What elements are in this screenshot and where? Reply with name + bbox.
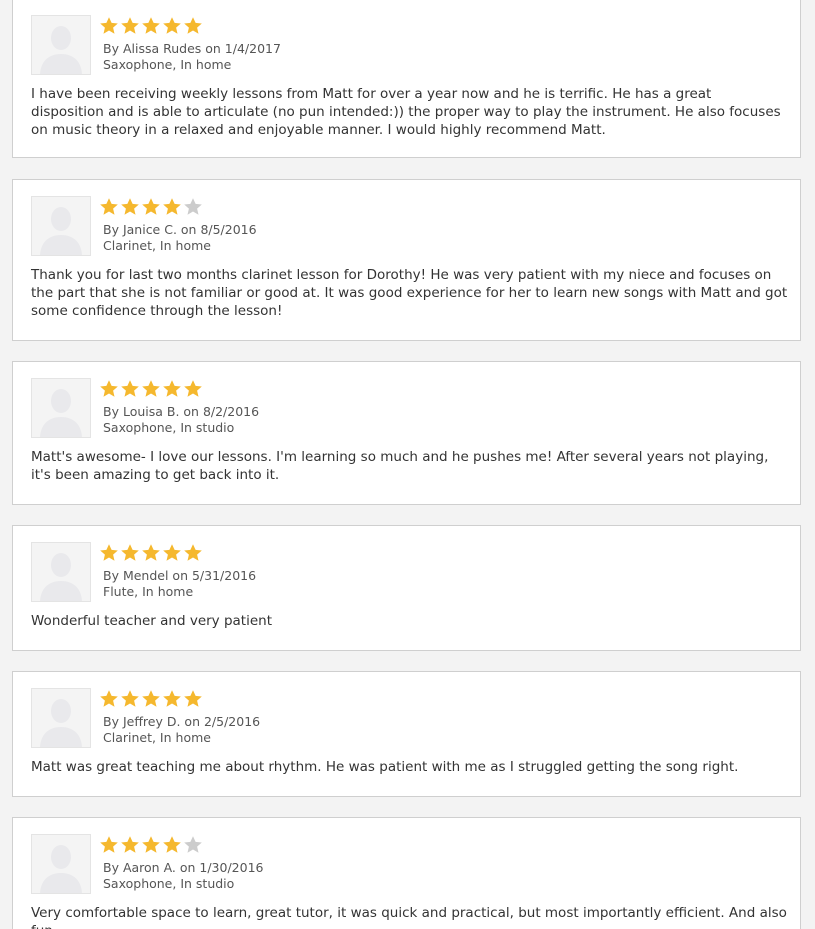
star-filled-icon	[163, 690, 181, 707]
review-byline: By Jeffrey D. on 2/5/2016	[103, 714, 261, 729]
review-byline: By Janice C. on 8/5/2016	[103, 222, 257, 237]
star-filled-icon	[184, 17, 202, 34]
avatar	[31, 196, 91, 256]
star-filled-icon	[100, 544, 118, 561]
star-rating	[99, 689, 203, 711]
review-card: By Jeffrey D. on 2/5/2016 Clarinet, In h…	[12, 671, 801, 797]
star-filled-icon	[163, 198, 181, 215]
review-text: Very comfortable space to learn, great t…	[31, 905, 787, 929]
star-filled-icon	[142, 690, 160, 707]
star-rating	[99, 16, 203, 38]
star-filled-icon	[100, 380, 118, 397]
star-filled-icon	[121, 380, 139, 397]
review-byline: By Mendel on 5/31/2016	[103, 568, 257, 583]
star-filled-icon	[184, 380, 202, 397]
star-filled-icon	[142, 380, 160, 397]
star-filled-icon	[142, 544, 160, 561]
avatar	[31, 834, 91, 894]
default-user-avatar-icon	[40, 553, 82, 601]
star-filled-icon	[163, 836, 181, 853]
star-filled-icon	[142, 17, 160, 34]
default-user-avatar-icon	[40, 845, 82, 893]
review-details: Clarinet, In home	[103, 730, 211, 745]
star-filled-icon	[121, 836, 139, 853]
review-text: Wonderful teacher and very patient	[31, 613, 273, 629]
star-filled-icon	[121, 544, 139, 561]
star-filled-icon	[121, 198, 139, 215]
avatar	[31, 378, 91, 438]
review-byline: By Louisa B. on 8/2/2016	[103, 404, 260, 419]
review-card: By Aaron A. on 1/30/2016 Saxophone, In s…	[12, 817, 801, 929]
star-filled-icon	[184, 690, 202, 707]
star-filled-icon	[163, 17, 181, 34]
star-filled-icon	[121, 17, 139, 34]
review-card: By Alissa Rudes on 1/4/2017 Saxophone, I…	[12, 0, 801, 158]
default-user-avatar-icon	[40, 389, 82, 437]
star-filled-icon	[100, 198, 118, 215]
review-details: Saxophone, In studio	[103, 420, 235, 435]
star-filled-icon	[100, 17, 118, 34]
star-filled-icon	[163, 544, 181, 561]
star-filled-icon	[121, 690, 139, 707]
review-text: Matt's awesome- I love our lessons. I'm …	[31, 449, 769, 483]
review-card: By Mendel on 5/31/2016 Flute, In home Wo…	[12, 525, 801, 651]
default-user-avatar-icon	[40, 699, 82, 747]
star-empty-icon	[184, 198, 202, 215]
reviews-list: By Alissa Rudes on 1/4/2017 Saxophone, I…	[0, 0, 815, 929]
avatar	[31, 542, 91, 602]
review-card: By Janice C. on 8/5/2016 Clarinet, In ho…	[12, 179, 801, 341]
review-details: Clarinet, In home	[103, 238, 211, 253]
review-details: Saxophone, In studio	[103, 876, 235, 891]
avatar	[31, 688, 91, 748]
star-rating	[99, 835, 203, 857]
star-empty-icon	[184, 836, 202, 853]
default-user-avatar-icon	[40, 207, 82, 255]
review-card: By Louisa B. on 8/2/2016 Saxophone, In s…	[12, 361, 801, 505]
review-details: Flute, In home	[103, 584, 194, 599]
star-filled-icon	[142, 836, 160, 853]
star-filled-icon	[163, 380, 181, 397]
default-user-avatar-icon	[40, 26, 82, 74]
review-byline: By Aaron A. on 1/30/2016	[103, 860, 264, 875]
star-rating	[99, 379, 203, 401]
review-text: I have been receiving weekly lessons fro…	[31, 86, 781, 138]
star-filled-icon	[184, 544, 202, 561]
star-rating	[99, 543, 203, 565]
star-filled-icon	[142, 198, 160, 215]
review-text: Matt was great teaching me about rhythm.…	[31, 759, 739, 775]
review-byline: By Alissa Rudes on 1/4/2017	[103, 41, 281, 56]
review-text: Thank you for last two months clarinet l…	[31, 267, 788, 319]
star-filled-icon	[100, 836, 118, 853]
review-details: Saxophone, In home	[103, 57, 232, 72]
star-rating	[99, 197, 203, 219]
avatar	[31, 15, 91, 75]
star-filled-icon	[100, 690, 118, 707]
